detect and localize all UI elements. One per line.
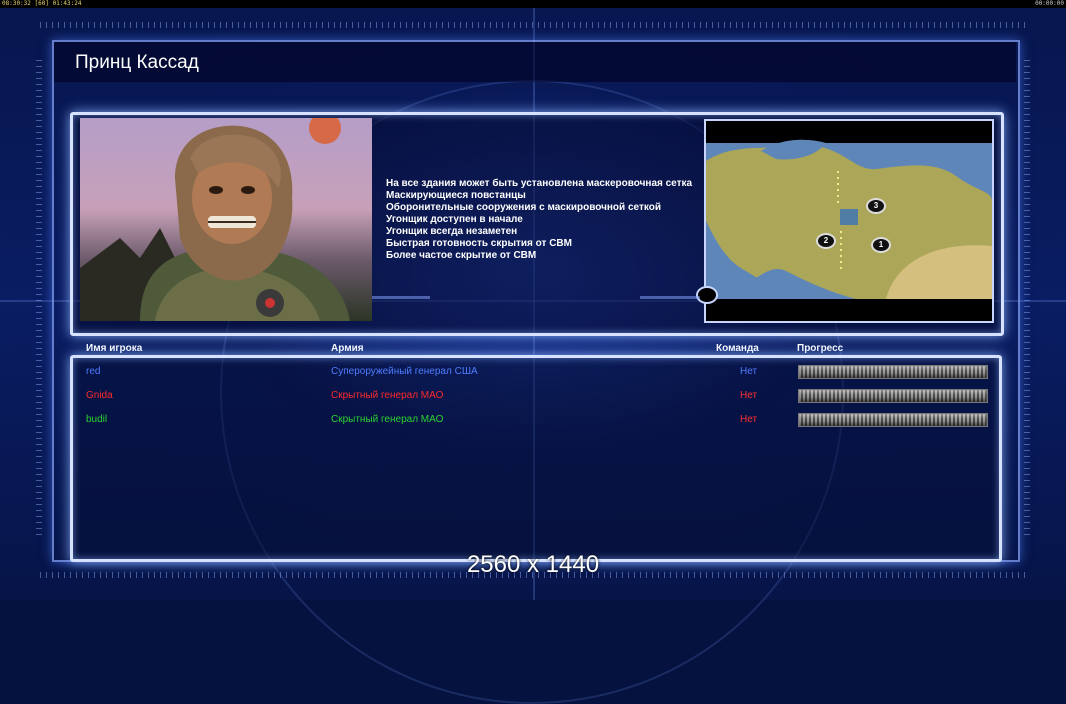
feature-line: Угонщик всегда незаметен xyxy=(386,226,518,237)
left-ruler xyxy=(36,60,42,540)
debug-right: 00:00:00 xyxy=(1035,0,1064,7)
progress-fill xyxy=(799,366,987,378)
player-name: Gnida xyxy=(86,390,113,401)
start-marker-3[interactable]: 3 xyxy=(866,198,886,214)
header-team: Команда xyxy=(716,343,759,354)
player-team: Нет xyxy=(740,366,758,377)
progress-fill xyxy=(799,390,987,402)
progress-bar xyxy=(798,365,988,379)
player-army: Скрытный генерал МАО xyxy=(331,390,444,401)
general-portrait xyxy=(80,118,372,321)
portrait-image xyxy=(80,118,350,321)
player-name: budil xyxy=(86,414,108,425)
minimap-ring xyxy=(696,286,718,304)
resolution-label: 2560 x 1440 xyxy=(466,551,600,578)
header-progress: Прогресс xyxy=(797,343,844,354)
player-team: Нет xyxy=(740,414,758,425)
start-marker-2[interactable]: 2 xyxy=(816,233,836,249)
start-marker-1[interactable]: 1 xyxy=(871,237,891,253)
right-ruler xyxy=(1024,60,1030,540)
header-army: Армия xyxy=(331,343,364,354)
debug-left: 08:30:32 [60] 01:43:24 xyxy=(2,0,82,7)
header-player-name: Имя игрока xyxy=(86,343,143,354)
feature-line: На все здания может быть установлена мас… xyxy=(386,178,693,189)
minimap-terrain xyxy=(706,139,992,299)
general-features-list: На все здания может быть установлена мас… xyxy=(386,178,692,262)
connector-line xyxy=(640,296,700,299)
player-army: Скрытный генерал МАО xyxy=(331,414,444,425)
player-army: Супероружейный генерал США xyxy=(331,366,478,377)
player-name: red xyxy=(86,366,101,377)
progress-fill xyxy=(799,414,987,426)
feature-line: Оборонительные сооружения с маскировочно… xyxy=(386,202,661,213)
minimap[interactable]: 3 2 1 xyxy=(704,119,994,323)
connector-line xyxy=(372,296,430,299)
progress-bar xyxy=(798,389,988,403)
feature-line: Маскирующиеся повстанцы xyxy=(386,190,526,201)
feature-line: Быстрая готовность скрытия от СВМ xyxy=(386,238,572,249)
feature-line: Угонщик доступен в начале xyxy=(386,214,523,225)
players-table xyxy=(70,355,1002,562)
player-team: Нет xyxy=(740,390,758,401)
page-title: Принц Кассад xyxy=(75,52,199,73)
progress-bar xyxy=(798,413,988,427)
feature-line: Более частое скрытие от СВМ xyxy=(386,250,537,261)
top-ruler xyxy=(40,22,1030,28)
debug-overlay: 08:30:32 [60] 01:43:24 00:00:00 xyxy=(0,0,1066,8)
